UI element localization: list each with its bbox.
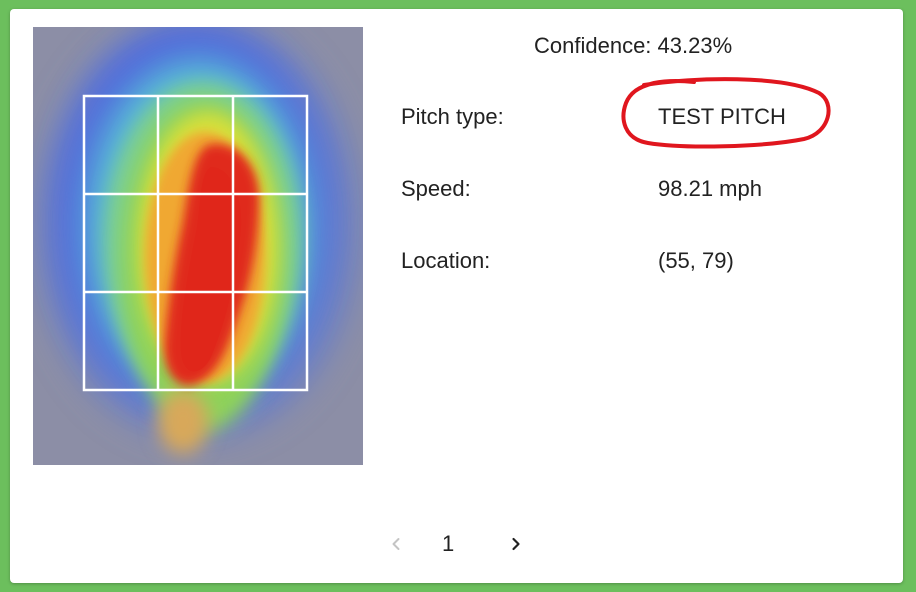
pagination: 1 [380, 529, 540, 559]
chevron-right-icon[interactable] [506, 534, 526, 554]
speed-value: 98.21 mph [658, 176, 762, 201]
confidence-text: Confidence: 43.23% [534, 33, 733, 58]
location-value: (55, 79) [658, 248, 734, 273]
result-card: Confidence: 43.23% Pitch type: TEST PITC… [10, 9, 903, 583]
strike-zone-heatmap [33, 27, 363, 465]
current-page-number[interactable]: 1 [442, 531, 454, 557]
pitch-type-label: Pitch type: [401, 104, 504, 129]
chevron-left-icon[interactable] [386, 534, 406, 554]
speed-label: Speed: [401, 176, 471, 201]
pitch-type-value: TEST PITCH [658, 104, 786, 129]
location-label: Location: [401, 248, 491, 273]
